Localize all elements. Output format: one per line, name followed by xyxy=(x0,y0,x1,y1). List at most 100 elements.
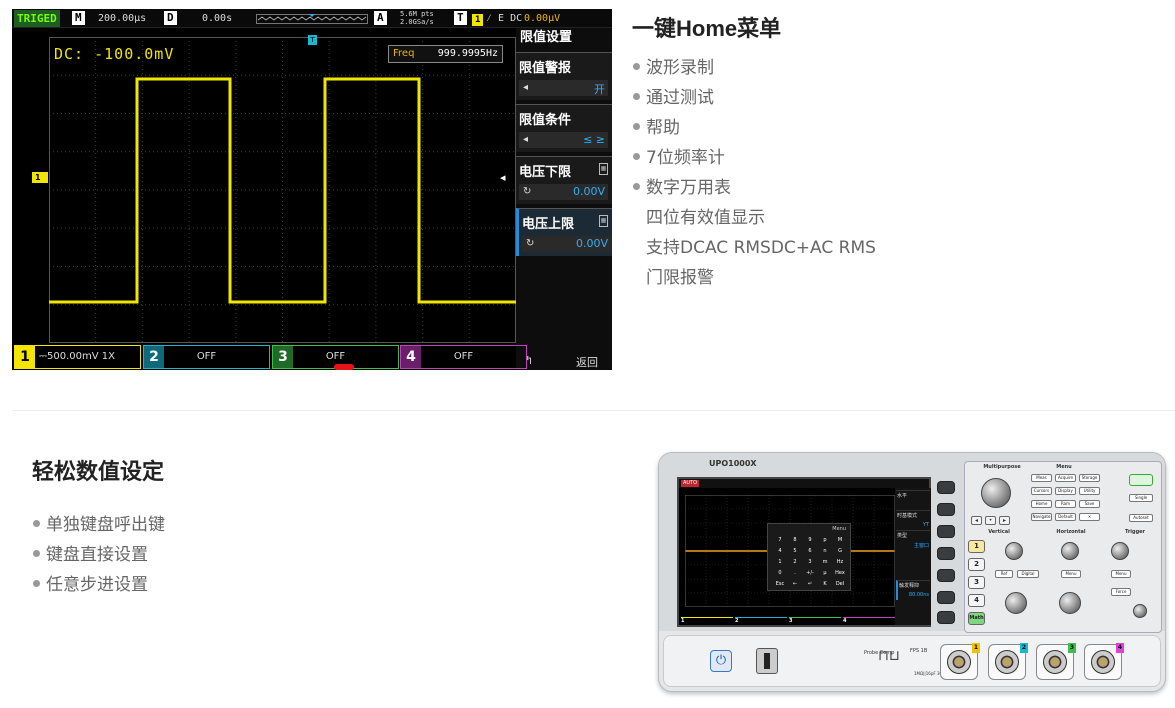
trigger-position-pointer[interactable]: T xyxy=(308,35,317,45)
panel-menu-button: Navigate xyxy=(1031,513,1052,521)
trigger-badge: T xyxy=(454,11,467,26)
ch3-key: 3 xyxy=(968,576,985,589)
autoset-button: Autoset xyxy=(1129,514,1153,522)
red-indicator xyxy=(334,364,354,370)
keypad-key: Hz xyxy=(836,559,844,565)
ch1-key: 1 xyxy=(968,540,985,553)
list-item: 帮助 xyxy=(633,113,876,143)
panel-menu-button: Display xyxy=(1055,487,1076,495)
device-channel-4: 4 xyxy=(843,617,895,625)
trigger-info: ⁄ E DC xyxy=(486,13,523,24)
numeric-feature-list: 单独键盘呼出键 键盘直接设置 任意步进设置 xyxy=(33,510,165,600)
freq-label: Freq xyxy=(393,48,415,59)
panel-menu-button: Utility xyxy=(1079,487,1100,495)
trigger-level-arrow-icon: ◂ xyxy=(500,171,506,184)
panel-menu-button: Save xyxy=(1079,500,1100,508)
keypad-key: K xyxy=(823,581,827,587)
channel-1-tab[interactable]: 1 ⎓500.00mV 1X xyxy=(14,345,141,369)
home-feature-list: 波形录制 通过测试 帮助 7位频率计 数字万用表 四位有效值显示 支持DCAC … xyxy=(633,53,876,293)
trigger-source-badge: 1 xyxy=(472,12,484,27)
memory-waveform-overview xyxy=(256,14,368,24)
device-channel-2: 2 xyxy=(735,617,787,625)
left-arrow-icon: ◂ xyxy=(523,82,529,93)
keypad-key: 1 xyxy=(778,559,782,565)
knob-icon: ↻ xyxy=(523,186,532,197)
waveform-grid xyxy=(49,37,516,343)
list-item: 通过测试 xyxy=(633,83,876,113)
return-button[interactable]: ↰ 返回 xyxy=(516,353,612,370)
channel-bar: 1 ⎓500.00mV 1X 2 OFF 3 OFF 4 OFF xyxy=(12,344,527,370)
ref-button: Ref xyxy=(995,570,1013,578)
keypad-key: Del xyxy=(835,581,845,587)
keypad-key: m xyxy=(822,559,828,565)
numeric-keypad-popup: Menu 7 8 9 p M 4 5 6 n G 1 2 3 m Hz 0. +/- μ Hex Esc ← ↵ K Del xyxy=(767,523,851,591)
ch4-key: 4 xyxy=(968,594,985,607)
keypad-key: 0 xyxy=(778,570,782,576)
timebase-readout[interactable]: 200.00μs xyxy=(98,11,146,26)
section-divider xyxy=(12,410,1175,411)
memory-depth: 5.6M pts xyxy=(400,10,434,18)
list-item: 四位有效值显示 xyxy=(646,208,765,228)
keypad-icon[interactable]: ▦ xyxy=(599,215,608,227)
panel-menu-button: Home xyxy=(1031,500,1052,508)
vertical-position-knob xyxy=(1005,542,1023,560)
keypad-key: ← xyxy=(792,581,798,587)
keypad-key: n xyxy=(823,548,827,554)
panel-menu-button: Ram xyxy=(1055,500,1076,508)
list-item: 数字万用表 xyxy=(633,173,876,203)
knob-icon: ↻ xyxy=(526,238,535,249)
right-arrow-button: ▸ xyxy=(999,516,1010,525)
device-menu-item: 触发释抑 80.00ns xyxy=(896,580,930,600)
keypad-key: . xyxy=(794,570,796,576)
multipurpose-knob xyxy=(981,478,1011,508)
probe-comp-terminals-icon: ⊓⊔ xyxy=(878,648,900,664)
dc-measurement: DC: -100.0mV xyxy=(54,45,175,63)
panel-menu-button: Default xyxy=(1055,513,1076,521)
device-front-bottom: ⏻ Probe Comp ⊓⊔ FPS 1B 1MΩ||16pF 300Vrms… xyxy=(663,635,1161,687)
menu-item-voltage-upper[interactable]: 电压上限 ▦ ↻ 0.00V xyxy=(516,208,612,256)
fps-label: FPS 1B xyxy=(910,648,928,654)
channel-4-tab[interactable]: 4 OFF xyxy=(400,345,527,369)
panel-menu-button: Acquire xyxy=(1055,474,1076,482)
device-channel-1: 1 xyxy=(681,617,733,625)
auto-badge: AUTO xyxy=(681,480,700,487)
list-item: 门限报警 xyxy=(646,268,714,288)
list-item: 波形录制 xyxy=(633,53,876,83)
trigger-label: Trigger xyxy=(1124,529,1146,535)
left-arrow-button: ◂ xyxy=(971,516,982,525)
menu-item-limit-condition[interactable]: 限值条件 ◂ ≤ ≥ xyxy=(516,104,612,152)
horizontal-scale-knob xyxy=(1059,592,1081,614)
softkey xyxy=(937,503,955,516)
keypad-key: 2 xyxy=(793,559,797,565)
keypad-menu-label: Menu xyxy=(832,526,846,532)
channel-2-tab[interactable]: 2 OFF xyxy=(143,345,270,369)
horizontal-position-knob xyxy=(1061,542,1079,560)
panel-menu-button: Cursors xyxy=(1031,487,1052,495)
softkey xyxy=(937,547,955,560)
ch1-offset-marker[interactable]: 1 xyxy=(32,172,48,183)
usb-port-icon xyxy=(756,648,778,674)
keypad-key: 6 xyxy=(808,548,812,554)
list-item: 单独键盘呼出键 xyxy=(33,510,165,540)
keypad-key: Hex xyxy=(835,570,845,576)
horizontal-label: Horizontal xyxy=(1056,529,1086,535)
softkey xyxy=(937,525,955,538)
vertical-scale-knob xyxy=(1005,592,1027,614)
select-button: • xyxy=(985,516,996,525)
oscilloscope-screen: TRIGED M 200.00μs D 0.00s A 5.6M pts 2.0… xyxy=(12,9,612,370)
frequency-counter: Freq 999.9995Hz xyxy=(388,45,503,63)
delay-readout[interactable]: 0.00s xyxy=(202,11,232,26)
freq-value: 999.9995Hz xyxy=(437,48,498,59)
menu-item-limit-alarm[interactable]: 限值警报 ◂ 开 xyxy=(516,52,612,100)
ch2-key: 2 xyxy=(968,558,985,571)
keypad-key: 4 xyxy=(778,548,782,554)
device-side-menu: 水平 时基模式 YT 类型 主窗口 触发释抑 80.00ns xyxy=(895,488,931,625)
keypad-icon[interactable]: ▦ xyxy=(599,163,608,175)
menu-item-voltage-lower[interactable]: 电压下限 ▦ ↻ 0.00V xyxy=(516,156,612,204)
softkey xyxy=(937,481,955,494)
keypad-key: μ xyxy=(823,570,827,576)
trigger-mode-knob xyxy=(1133,604,1147,618)
scope-status-bar: TRIGED M 200.00μs D 0.00s A 5.6M pts 2.0… xyxy=(12,9,612,28)
keypad-key: 5 xyxy=(793,548,797,554)
list-item: 任意步进设置 xyxy=(33,570,165,600)
